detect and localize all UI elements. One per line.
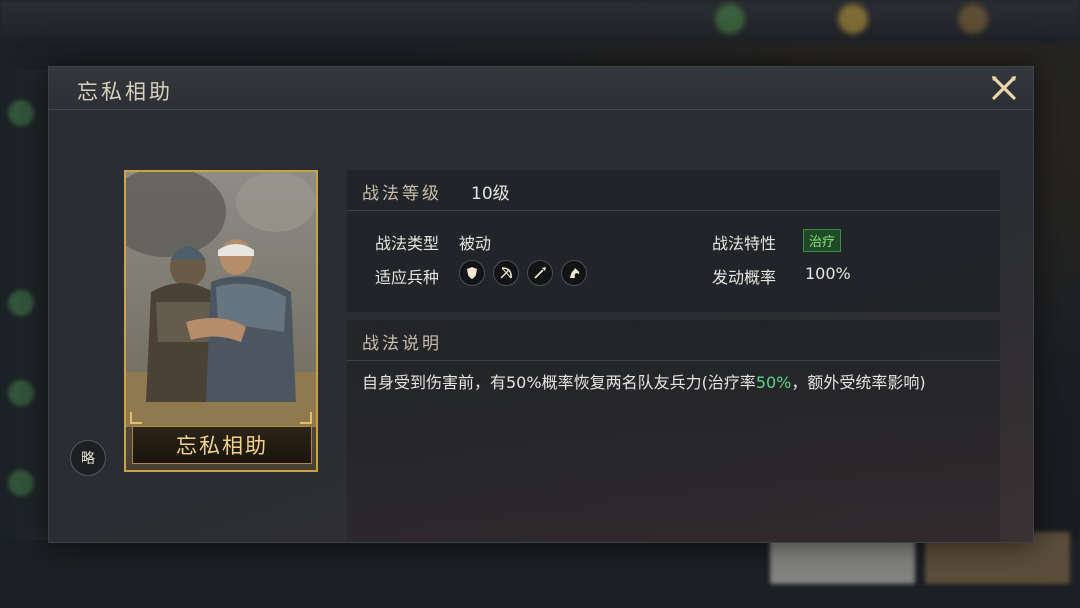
trigger-rate-label: 发动概率 bbox=[712, 268, 777, 287]
tactic-level-row: 战法等级 10级 bbox=[347, 170, 1000, 211]
horse-icon bbox=[561, 260, 587, 286]
tactic-level-label: 战法等级 bbox=[362, 184, 442, 204]
tactic-card: 忘私相助 bbox=[124, 170, 318, 472]
background-bottom-bar bbox=[0, 540, 1080, 608]
strategy-badge-label: 略 bbox=[81, 451, 95, 467]
tactic-trait-label: 战法特性 bbox=[712, 234, 777, 253]
close-button[interactable] bbox=[989, 73, 1019, 103]
description-text-before: 自身受到伤害前，有50%概率恢复两名队友兵力(治疗率 bbox=[362, 373, 756, 392]
tactic-card-artwork bbox=[126, 172, 316, 427]
tactic-type-label: 战法类型 bbox=[375, 234, 440, 253]
tactic-description-panel: 战法说明 自身受到伤害前，有50%概率恢复两名队友兵力(治疗率50%，额外受统率… bbox=[347, 320, 1000, 542]
background-dot bbox=[8, 290, 34, 316]
dialog-title: 忘私相助 bbox=[77, 80, 173, 104]
card-name: 忘私相助 bbox=[176, 434, 268, 458]
card-name-bar: 忘私相助 bbox=[132, 426, 312, 464]
tactic-detail-dialog: 忘私相助 忘私相助 略 战法等级 10级 战法类型 被动 战法特性 治疗 适应兵… bbox=[48, 66, 1034, 543]
description-text-after: ，额外受统率影响) bbox=[791, 373, 926, 392]
heal-rate-highlight: 50% bbox=[755, 373, 792, 392]
tactic-trait-tag: 治疗 bbox=[803, 229, 842, 252]
bow-icon bbox=[493, 260, 519, 286]
troop-type-icons bbox=[459, 260, 587, 286]
background-dot bbox=[8, 100, 34, 126]
description-label: 战法说明 bbox=[362, 334, 442, 354]
background-resource-icon bbox=[958, 4, 988, 34]
tactic-type-value: 被动 bbox=[459, 234, 492, 253]
troop-type-label: 适应兵种 bbox=[375, 268, 440, 287]
background-resource-icon bbox=[715, 4, 745, 34]
spear-icon bbox=[527, 260, 553, 286]
background-dot bbox=[8, 470, 34, 496]
card-corner bbox=[300, 412, 312, 424]
strategy-badge[interactable]: 略 bbox=[70, 440, 106, 476]
dialog-header: 忘私相助 bbox=[49, 67, 1033, 110]
shield-icon bbox=[459, 260, 485, 286]
dialog-body: 忘私相助 略 战法等级 10级 战法类型 被动 战法特性 治疗 适应兵种 发动概… bbox=[49, 110, 1033, 542]
background-top-bar bbox=[0, 0, 1080, 42]
close-icon bbox=[992, 76, 1016, 100]
description-header: 战法说明 bbox=[347, 320, 1000, 361]
description-text: 自身受到伤害前，有50%概率恢复两名队友兵力(治疗率50%，额外受统率影响) bbox=[362, 371, 992, 395]
card-corner bbox=[130, 412, 142, 424]
tactic-level-value: 10级 bbox=[471, 184, 510, 204]
background-dot bbox=[8, 380, 34, 406]
background-resource-icon bbox=[838, 4, 868, 34]
tactic-stats-panel: 战法等级 10级 战法类型 被动 战法特性 治疗 适应兵种 发动概率 100% bbox=[347, 170, 1000, 312]
trigger-rate-value: 100% bbox=[805, 264, 851, 283]
